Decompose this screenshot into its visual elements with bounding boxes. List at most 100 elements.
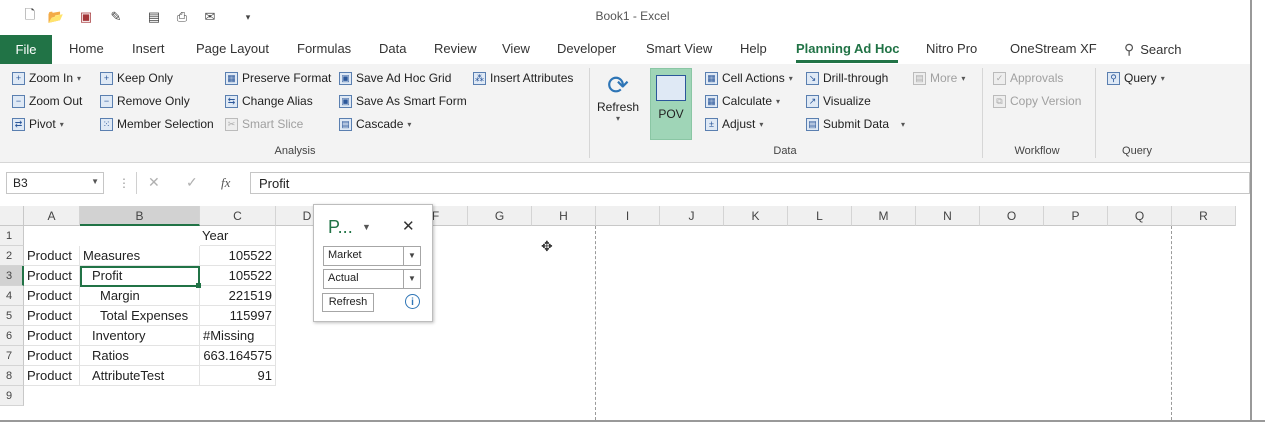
keep-only-button[interactable]: + Keep Only bbox=[100, 71, 173, 85]
approvals-button[interactable]: ✓ Approvals bbox=[993, 71, 1063, 85]
column-header[interactable]: B bbox=[80, 206, 200, 226]
cell-C6[interactable]: #Missing bbox=[200, 326, 276, 346]
cell-B2[interactable]: Measures bbox=[80, 246, 200, 266]
cell-C4[interactable]: 221519 bbox=[200, 286, 276, 306]
column-header[interactable]: L bbox=[788, 206, 852, 226]
drill-through-button[interactable]: ↘ Drill-through bbox=[806, 71, 888, 85]
tab-data[interactable]: Data bbox=[379, 41, 406, 56]
formula-input[interactable]: Profit bbox=[250, 172, 1250, 194]
tab-page-layout[interactable]: Page Layout bbox=[196, 41, 269, 56]
tab-insert[interactable]: Insert bbox=[132, 41, 165, 56]
column-header[interactable]: M bbox=[852, 206, 916, 226]
pov-button[interactable]: POV bbox=[650, 68, 692, 140]
column-header[interactable]: R bbox=[1172, 206, 1236, 226]
close-icon[interactable]: ✕ bbox=[402, 217, 415, 235]
cancel-icon[interactable]: ✕ bbox=[148, 174, 160, 191]
cell-C7[interactable]: 663.164575 bbox=[200, 346, 276, 366]
enter-icon[interactable]: ✓ bbox=[186, 174, 198, 191]
tab-view[interactable]: View bbox=[502, 41, 530, 56]
zoom-in-button[interactable]: + Zoom In ▾ bbox=[12, 71, 81, 85]
tab-file[interactable]: File bbox=[0, 35, 52, 64]
column-header[interactable]: I bbox=[596, 206, 660, 226]
chevron-down-icon[interactable]: ▼ bbox=[403, 247, 420, 265]
calculate-button[interactable]: ▦ Calculate ▾ bbox=[705, 94, 780, 108]
cell-A2[interactable]: Product bbox=[24, 246, 80, 266]
select-all-corner[interactable] bbox=[0, 206, 24, 226]
info-icon[interactable]: i bbox=[405, 294, 420, 309]
row-header[interactable]: 2 bbox=[0, 246, 24, 266]
tab-onestream-xf[interactable]: OneStream XF bbox=[1010, 41, 1097, 56]
cell-A6[interactable]: Product bbox=[24, 326, 80, 346]
column-header[interactable]: C bbox=[200, 206, 276, 226]
tab-nitro-pro[interactable]: Nitro Pro bbox=[926, 41, 977, 56]
pivot-button[interactable]: ⇄ Pivot ▾ bbox=[12, 117, 64, 131]
cell-B7[interactable]: Ratios bbox=[80, 346, 200, 366]
column-header[interactable]: K bbox=[724, 206, 788, 226]
name-box[interactable]: B3 ▼ bbox=[6, 172, 104, 194]
cell-C8[interactable]: 91 bbox=[200, 366, 276, 386]
market-dropdown[interactable]: Market ▼ bbox=[323, 246, 421, 266]
smart-slice-button[interactable]: ✂ Smart Slice bbox=[225, 117, 303, 131]
refresh-button[interactable]: ⟳ Refresh ▾ bbox=[597, 70, 639, 123]
insert-function-icon[interactable]: fx bbox=[221, 175, 230, 191]
save-ad-hoc-grid-button[interactable]: ▣ Save Ad Hoc Grid bbox=[339, 71, 451, 85]
cell-A8[interactable]: Product bbox=[24, 366, 80, 386]
member-selection-button[interactable]: ⁙ Member Selection bbox=[100, 117, 214, 131]
row-header[interactable]: 4 bbox=[0, 286, 24, 306]
cell-A4[interactable]: Product bbox=[24, 286, 80, 306]
visualize-button[interactable]: ↗ Visualize bbox=[806, 94, 871, 108]
cell-C5[interactable]: 115997 bbox=[200, 306, 276, 326]
column-header[interactable]: Q bbox=[1108, 206, 1172, 226]
cell-C1[interactable]: Year bbox=[200, 226, 276, 246]
tab-help[interactable]: Help bbox=[740, 41, 767, 56]
column-header[interactable]: H bbox=[532, 206, 596, 226]
adjust-button[interactable]: ± Adjust ▾ bbox=[705, 117, 763, 131]
tab-planning-ad-hoc[interactable]: Planning Ad Hoc bbox=[796, 41, 900, 56]
submit-data-button[interactable]: ▤ Submit Data ▾ bbox=[806, 117, 905, 131]
row-header[interactable]: 5 bbox=[0, 306, 24, 326]
cascade-button[interactable]: ▤ Cascade ▾ bbox=[339, 117, 411, 131]
tab-formulas[interactable]: Formulas bbox=[297, 41, 351, 56]
remove-only-button[interactable]: − Remove Only bbox=[100, 94, 190, 108]
save-as-smart-form-button[interactable]: ▣ Save As Smart Form bbox=[339, 94, 467, 108]
cell-actions-button[interactable]: ▦ Cell Actions ▾ bbox=[705, 71, 793, 85]
tab-review[interactable]: Review bbox=[434, 41, 477, 56]
copy-version-button[interactable]: ⧉ Copy Version bbox=[993, 94, 1081, 108]
column-header[interactable]: G bbox=[468, 206, 532, 226]
row-header[interactable]: 9 bbox=[0, 386, 24, 406]
cell-B8[interactable]: AttributeTest bbox=[80, 366, 200, 386]
column-header[interactable]: O bbox=[980, 206, 1044, 226]
row-header[interactable]: 7 bbox=[0, 346, 24, 366]
row-header[interactable]: 1 bbox=[0, 226, 24, 246]
pov-refresh-button[interactable]: Refresh bbox=[322, 293, 374, 312]
row-header[interactable]: 6 bbox=[0, 326, 24, 346]
column-header[interactable]: A bbox=[24, 206, 80, 226]
tab-home[interactable]: Home bbox=[69, 41, 104, 56]
fill-handle[interactable] bbox=[196, 283, 201, 288]
row-header[interactable]: 3 bbox=[0, 266, 24, 286]
column-header[interactable]: N bbox=[916, 206, 980, 226]
cell-A7[interactable]: Product bbox=[24, 346, 80, 366]
column-header[interactable]: J bbox=[660, 206, 724, 226]
tab-smart-view[interactable]: Smart View bbox=[646, 41, 712, 56]
query-button[interactable]: ⚲ Query ▾ bbox=[1107, 71, 1165, 85]
cell-A5[interactable]: Product bbox=[24, 306, 80, 326]
more-button[interactable]: ▤ More ▾ bbox=[913, 71, 965, 85]
cell-B4[interactable]: Margin bbox=[80, 286, 200, 306]
insert-attributes-button[interactable]: ⁂ Insert Attributes bbox=[473, 71, 573, 85]
scenario-dropdown[interactable]: Actual ▼ bbox=[323, 269, 421, 289]
cell-B5[interactable]: Total Expenses bbox=[80, 306, 200, 326]
chevron-down-icon[interactable]: ▼ bbox=[91, 177, 99, 186]
column-header[interactable]: P bbox=[1044, 206, 1108, 226]
row-header[interactable]: 8 bbox=[0, 366, 24, 386]
cell-C3[interactable]: 105522 bbox=[200, 266, 276, 286]
change-alias-button[interactable]: ⇆ Change Alias bbox=[225, 94, 313, 108]
cell-C2[interactable]: 105522 bbox=[200, 246, 276, 266]
preserve-format-button[interactable]: ▦ Preserve Format bbox=[225, 71, 331, 85]
cell-A3[interactable]: Product bbox=[24, 266, 80, 286]
search-box[interactable]: ⚲ Search bbox=[1124, 41, 1181, 58]
chevron-down-icon[interactable]: ▼ bbox=[403, 270, 420, 288]
zoom-out-button[interactable]: − Zoom Out bbox=[12, 94, 82, 108]
chevron-down-icon[interactable]: ▼ bbox=[362, 222, 371, 232]
cell-B6[interactable]: Inventory bbox=[80, 326, 200, 346]
